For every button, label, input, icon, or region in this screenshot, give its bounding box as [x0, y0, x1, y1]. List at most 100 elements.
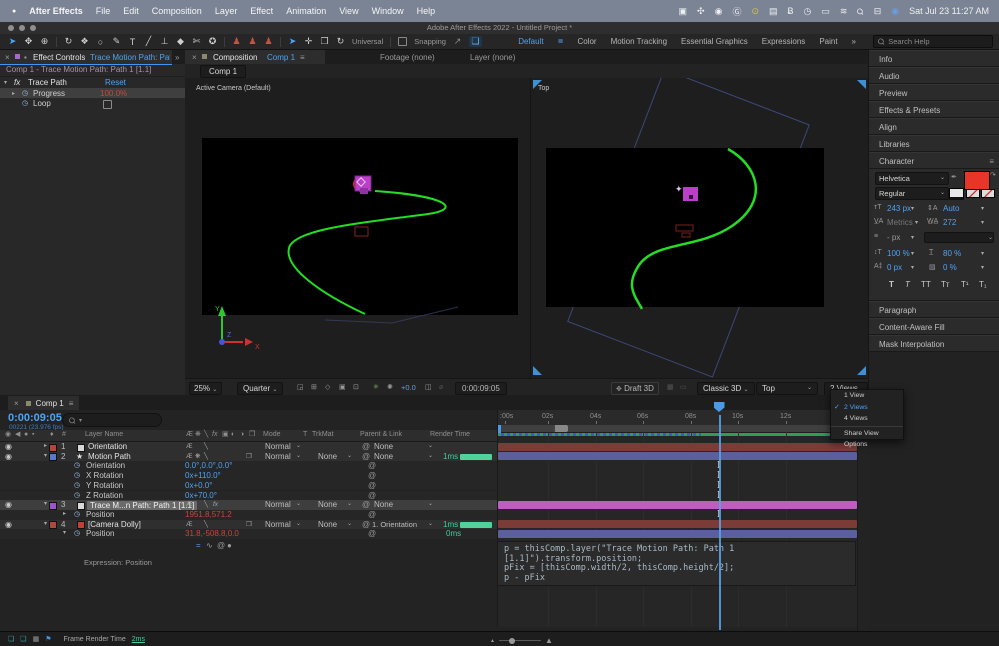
property-value[interactable]: 0x+70.0°: [185, 491, 217, 501]
panel-libraries[interactable]: Libraries: [869, 135, 999, 152]
exposure-value[interactable]: +0.0: [401, 383, 416, 392]
parent-select[interactable]: None: [374, 452, 393, 462]
property-name[interactable]: Position: [86, 510, 114, 520]
menu-item-1-view[interactable]: 1 View: [831, 390, 903, 402]
video-column-icon[interactable]: ◉: [5, 430, 11, 440]
progress-stopwatch-icon[interactable]: ◷: [22, 89, 28, 97]
leading-value[interactable]: Auto: [943, 204, 959, 213]
threed-switch-icon[interactable]: ❒: [246, 520, 252, 530]
search-help-input[interactable]: Ϙ Search Help: [873, 35, 993, 48]
panel-align[interactable]: Align: [869, 118, 999, 135]
status-icon-1[interactable]: ❑: [8, 635, 14, 643]
menu-effect[interactable]: Effect: [250, 6, 273, 16]
mode-arrow-icon[interactable]: ⌄: [296, 442, 301, 452]
parent-link-column[interactable]: Parent & Link: [360, 430, 402, 440]
universal-camera-label[interactable]: Universal: [352, 37, 383, 46]
stopwatch-icon[interactable]: ◷: [74, 461, 80, 471]
label-swatch[interactable]: [49, 502, 57, 510]
layer-name[interactable]: [Camera Dolly]: [88, 520, 141, 530]
wifi-icon[interactable]: ≋: [840, 6, 848, 17]
camera-pan-tool[interactable]: ✛: [304, 36, 313, 47]
type-tool[interactable]: T: [128, 37, 137, 47]
menu-after-effects[interactable]: After Effects: [29, 6, 83, 16]
timeline-tab-menu-icon[interactable]: ≡: [69, 399, 74, 408]
status-icon-4[interactable]: ⚑: [45, 635, 51, 643]
property-value[interactable]: 0x+110.0°: [185, 471, 221, 481]
hand-tool[interactable]: ✥: [24, 36, 33, 47]
parent-arrow-icon[interactable]: ⌄: [428, 500, 433, 510]
view-left-label[interactable]: Active Camera (Default): [196, 85, 271, 92]
puppet-pin-tool[interactable]: ✪: [208, 36, 217, 47]
kerning-arrow-icon[interactable]: ▾: [915, 219, 918, 226]
mode-column[interactable]: Mode: [263, 430, 281, 440]
keyboard-icon[interactable]: ▤: [769, 6, 778, 17]
playhead-line[interactable]: [719, 415, 721, 630]
expression-pickwhip-icon[interactable]: @: [217, 541, 225, 551]
label-column-icon[interactable]: ♦: [50, 430, 54, 440]
minimize-window-button[interactable]: [19, 25, 25, 31]
stroke-width-arrow-icon[interactable]: ▾: [911, 234, 914, 241]
quality-switch-icon[interactable]: ╲: [204, 452, 208, 462]
shy-switch-icon[interactable]: Æ: [186, 520, 193, 530]
property-row-position-trace[interactable]: ▸ ◷ Position 1951.8,571.2 @: [0, 510, 497, 520]
zoom-window-button[interactable]: [30, 25, 36, 31]
prop-expander-icon[interactable]: ▾: [63, 529, 66, 539]
menu-help[interactable]: Help: [417, 6, 436, 16]
panel-paragraph[interactable]: Paragraph: [869, 301, 999, 318]
expression-enable-icon[interactable]: =: [196, 541, 201, 551]
font-size-value[interactable]: 243 px: [887, 204, 911, 213]
effect-controls-tab[interactable]: Effect Controls: [33, 53, 85, 62]
dropbox-icon[interactable]: ✣: [697, 6, 705, 17]
property-name[interactable]: Y Rotation: [86, 481, 123, 491]
stroke-style-select[interactable]: ⌄: [924, 232, 994, 243]
menu-window[interactable]: Window: [372, 6, 404, 16]
character-panel-menu-icon[interactable]: ≡: [989, 153, 994, 170]
progress-expander-icon[interactable]: ▸: [12, 90, 15, 97]
layer-name[interactable]: Motion Path: [88, 452, 131, 462]
eraser-tool[interactable]: ◆: [176, 36, 185, 47]
menu-view[interactable]: View: [339, 6, 358, 16]
snap-options-icon[interactable]: ↗: [453, 36, 462, 47]
quality-switch-icon[interactable]: ╲: [204, 500, 208, 510]
region-of-interest-icon[interactable]: ◇: [325, 383, 330, 391]
g-app-icon[interactable]: Ⓖ: [732, 5, 741, 18]
threed-switch-icon[interactable]: ❒: [246, 452, 252, 462]
stopwatch-icon[interactable]: ◷: [74, 529, 80, 539]
transparency-grid-icon[interactable]: ▣: [339, 383, 346, 391]
view-right-label[interactable]: Top: [538, 85, 549, 92]
property-row-y-rotation[interactable]: ◷ Y Rotation 0x+0.0° @: [0, 481, 497, 491]
zoom-slider-knob[interactable]: [509, 638, 515, 644]
adjustment-column-icon[interactable]: ◑: [240, 430, 244, 440]
property-value[interactable]: 1951.8,571.2: [185, 510, 232, 520]
current-timecode[interactable]: 0:00:09:05: [8, 412, 62, 424]
font-style-select[interactable]: Regular⌄: [875, 187, 949, 200]
pickwhip-icon[interactable]: @: [368, 529, 376, 539]
panel-content-aware-fill[interactable]: Content-Aware Fill: [869, 318, 999, 335]
property-name[interactable]: Z Rotation: [86, 491, 123, 501]
clone-stamp-tool[interactable]: ⊥: [160, 36, 169, 47]
mode-arrow-icon[interactable]: ⌄: [296, 452, 301, 462]
layer-name-column[interactable]: Layer Name: [85, 430, 123, 440]
property-row-z-rotation[interactable]: ◷ Z Rotation 0x+70.0° @: [0, 491, 497, 501]
superscript-button[interactable]: T¹: [961, 280, 969, 289]
baseline-shift-value[interactable]: 0 px: [887, 263, 902, 272]
display-icon[interactable]: ▣: [679, 6, 688, 17]
prop-expander-icon[interactable]: ▸: [63, 510, 66, 520]
no-fill-swatch-1[interactable]: [966, 189, 980, 198]
pickwhip-icon[interactable]: @: [368, 481, 376, 491]
search-options-icon[interactable]: ▾: [79, 417, 82, 424]
draft-3d-toggle[interactable]: ✥ Draft 3D: [611, 382, 659, 395]
tsume-arrow-icon[interactable]: ▾: [981, 264, 984, 271]
pen-tool[interactable]: ✎: [112, 36, 121, 47]
timeline-zoom-control[interactable]: ▲ ▲: [490, 636, 553, 645]
close-panel-icon[interactable]: ×: [5, 53, 10, 62]
shy-switch-icon[interactable]: Æ: [186, 500, 193, 510]
workspace-tab-expressions[interactable]: Expressions: [762, 37, 806, 46]
camera-orbit-tool[interactable]: ↻: [336, 36, 345, 47]
timeline-search-input[interactable]: Ϙ ▾: [62, 413, 162, 427]
footer-timecode[interactable]: 0:00:09:05: [455, 382, 507, 395]
expander-icon[interactable]: ▸: [44, 442, 47, 452]
menubar-clock[interactable]: Sat Jul 23 11:27 AM: [909, 6, 989, 16]
swap-colors-icon[interactable]: ↷: [990, 171, 996, 179]
blend-mode-select[interactable]: Normal: [265, 442, 291, 452]
